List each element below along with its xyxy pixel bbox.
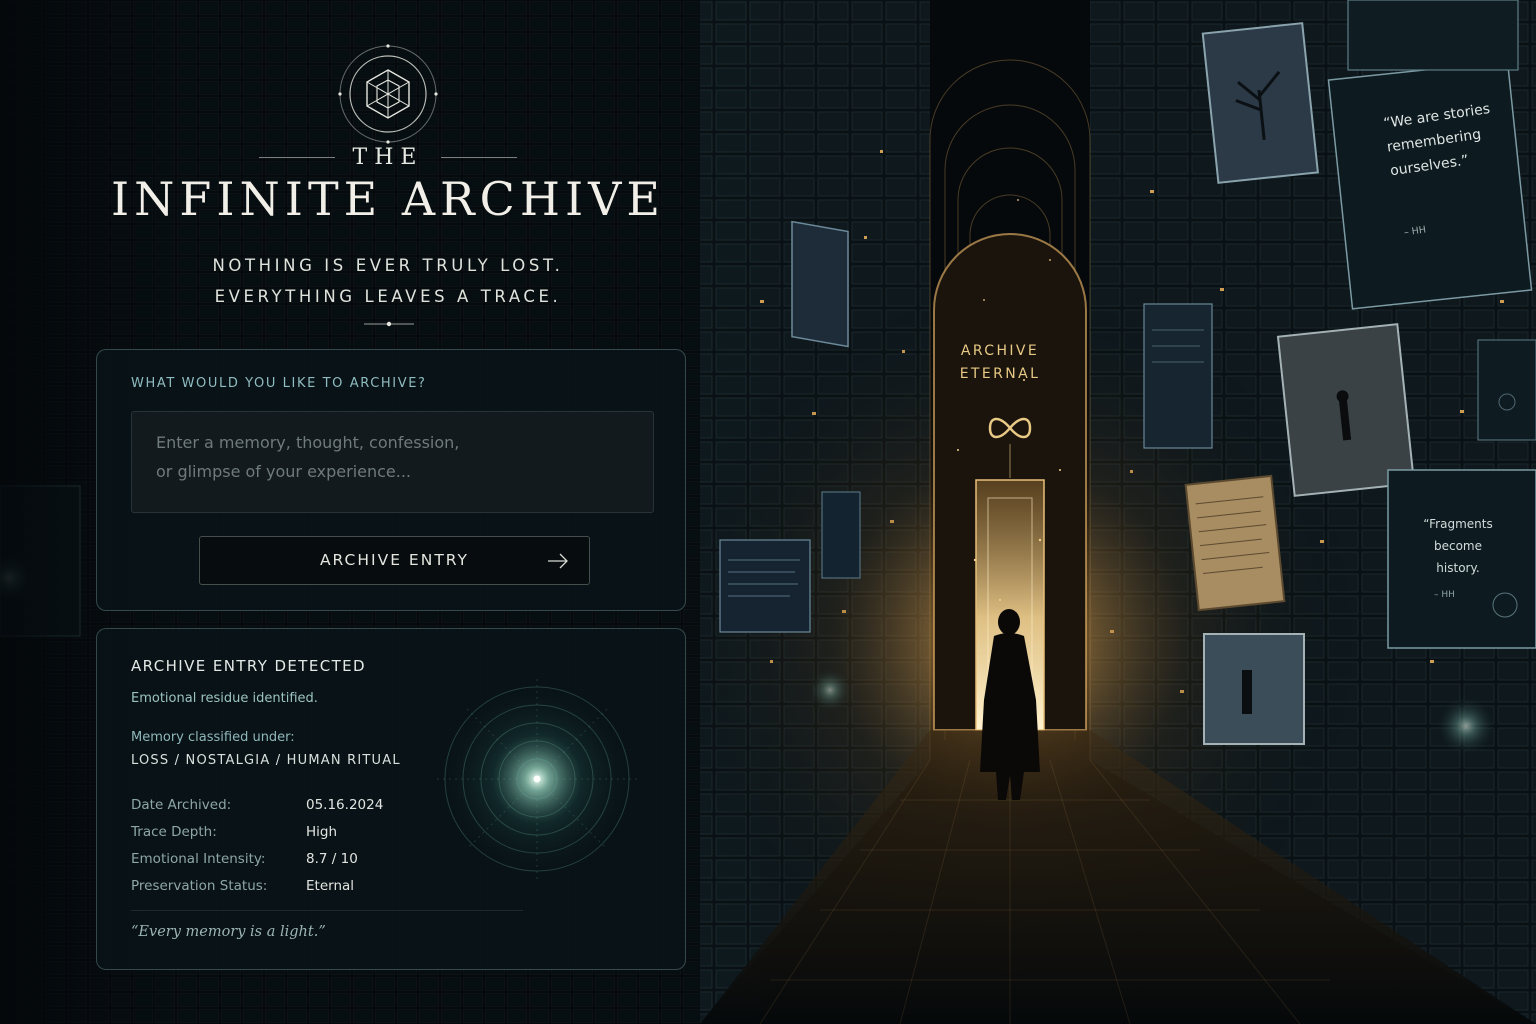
- memory-input[interactable]: [131, 411, 654, 513]
- archive-entry-button-label: ARCHIVE ENTRY: [319, 551, 470, 569]
- tagline: NOTHING IS EVER TRULY LOST. EVERYTHING L…: [100, 250, 676, 312]
- title-prefix-row: THE: [248, 140, 528, 174]
- metadata-row: Emotional Intensity: 8.7 / 10: [131, 851, 383, 878]
- quote-card-1-text: “We are stories remembering ourselves.”: [1382, 101, 1492, 180]
- door-inscription-line2: ETERNAL: [959, 366, 1041, 382]
- arrow-right-icon: [548, 553, 568, 569]
- metadata-value: 05.16.2024: [306, 797, 384, 813]
- classification-value: LOSS / NOSTALGIA / HUMAN RITUAL: [131, 753, 401, 768]
- metadata-key: Emotional Intensity:: [131, 851, 266, 867]
- metadata-key: Date Archived:: [131, 797, 232, 813]
- archive-logo-icon: [338, 44, 438, 144]
- metadata-row: Preservation Status: Eternal: [131, 878, 383, 905]
- metadata-row: Trace Depth: High: [131, 824, 383, 851]
- entry-prompt-label: WHAT WOULD YOU LIKE TO ARCHIVE?: [131, 376, 427, 391]
- page-title: INFINITE ARCHIVE: [111, 172, 665, 226]
- metadata-row: Date Archived: 05.16.2024: [131, 797, 383, 824]
- tagline-line-2: EVERYTHING LEAVES A TRACE.: [214, 287, 562, 306]
- tagline-line-1: NOTHING IS EVER TRULY LOST.: [212, 256, 564, 275]
- metadata-value: 8.7 / 10: [306, 851, 358, 867]
- metadata-key: Trace Depth:: [131, 824, 217, 840]
- metadata-value: Eternal: [306, 878, 355, 894]
- quote-card-2-text: “Fragments become history.: [1423, 517, 1493, 575]
- archive-entry-form: WHAT WOULD YOU LIKE TO ARCHIVE? ARCHIVE …: [96, 349, 686, 611]
- ornament-divider-icon: [364, 321, 414, 327]
- door-inscription-line1: ARCHIVE: [960, 343, 1040, 359]
- archive-result-panel: ARCHIVE ENTRY DETECTED Emotional residue…: [96, 628, 686, 970]
- metadata-key: Preservation Status:: [131, 878, 268, 894]
- door-inscription: ARCHIVE ETERNAL: [945, 340, 1055, 386]
- classification-label: Memory classified under:: [131, 730, 295, 745]
- divider-line: [441, 156, 518, 158]
- result-divider: [131, 910, 523, 911]
- divider-line: [258, 156, 335, 158]
- radar-icon: [437, 679, 637, 879]
- metadata-value: High: [306, 824, 338, 840]
- title-prefix: THE: [352, 144, 424, 170]
- archive-entry-button[interactable]: ARCHIVE ENTRY: [199, 536, 590, 585]
- result-subtitle: Emotional residue identified.: [131, 691, 318, 706]
- quote-card-2-signature: – HH: [1434, 590, 1455, 600]
- result-quote: “Every memory is a light.”: [131, 924, 326, 940]
- result-metadata: Date Archived: 05.16.2024 Trace Depth: H…: [131, 797, 383, 905]
- result-title: ARCHIVE ENTRY DETECTED: [131, 657, 367, 675]
